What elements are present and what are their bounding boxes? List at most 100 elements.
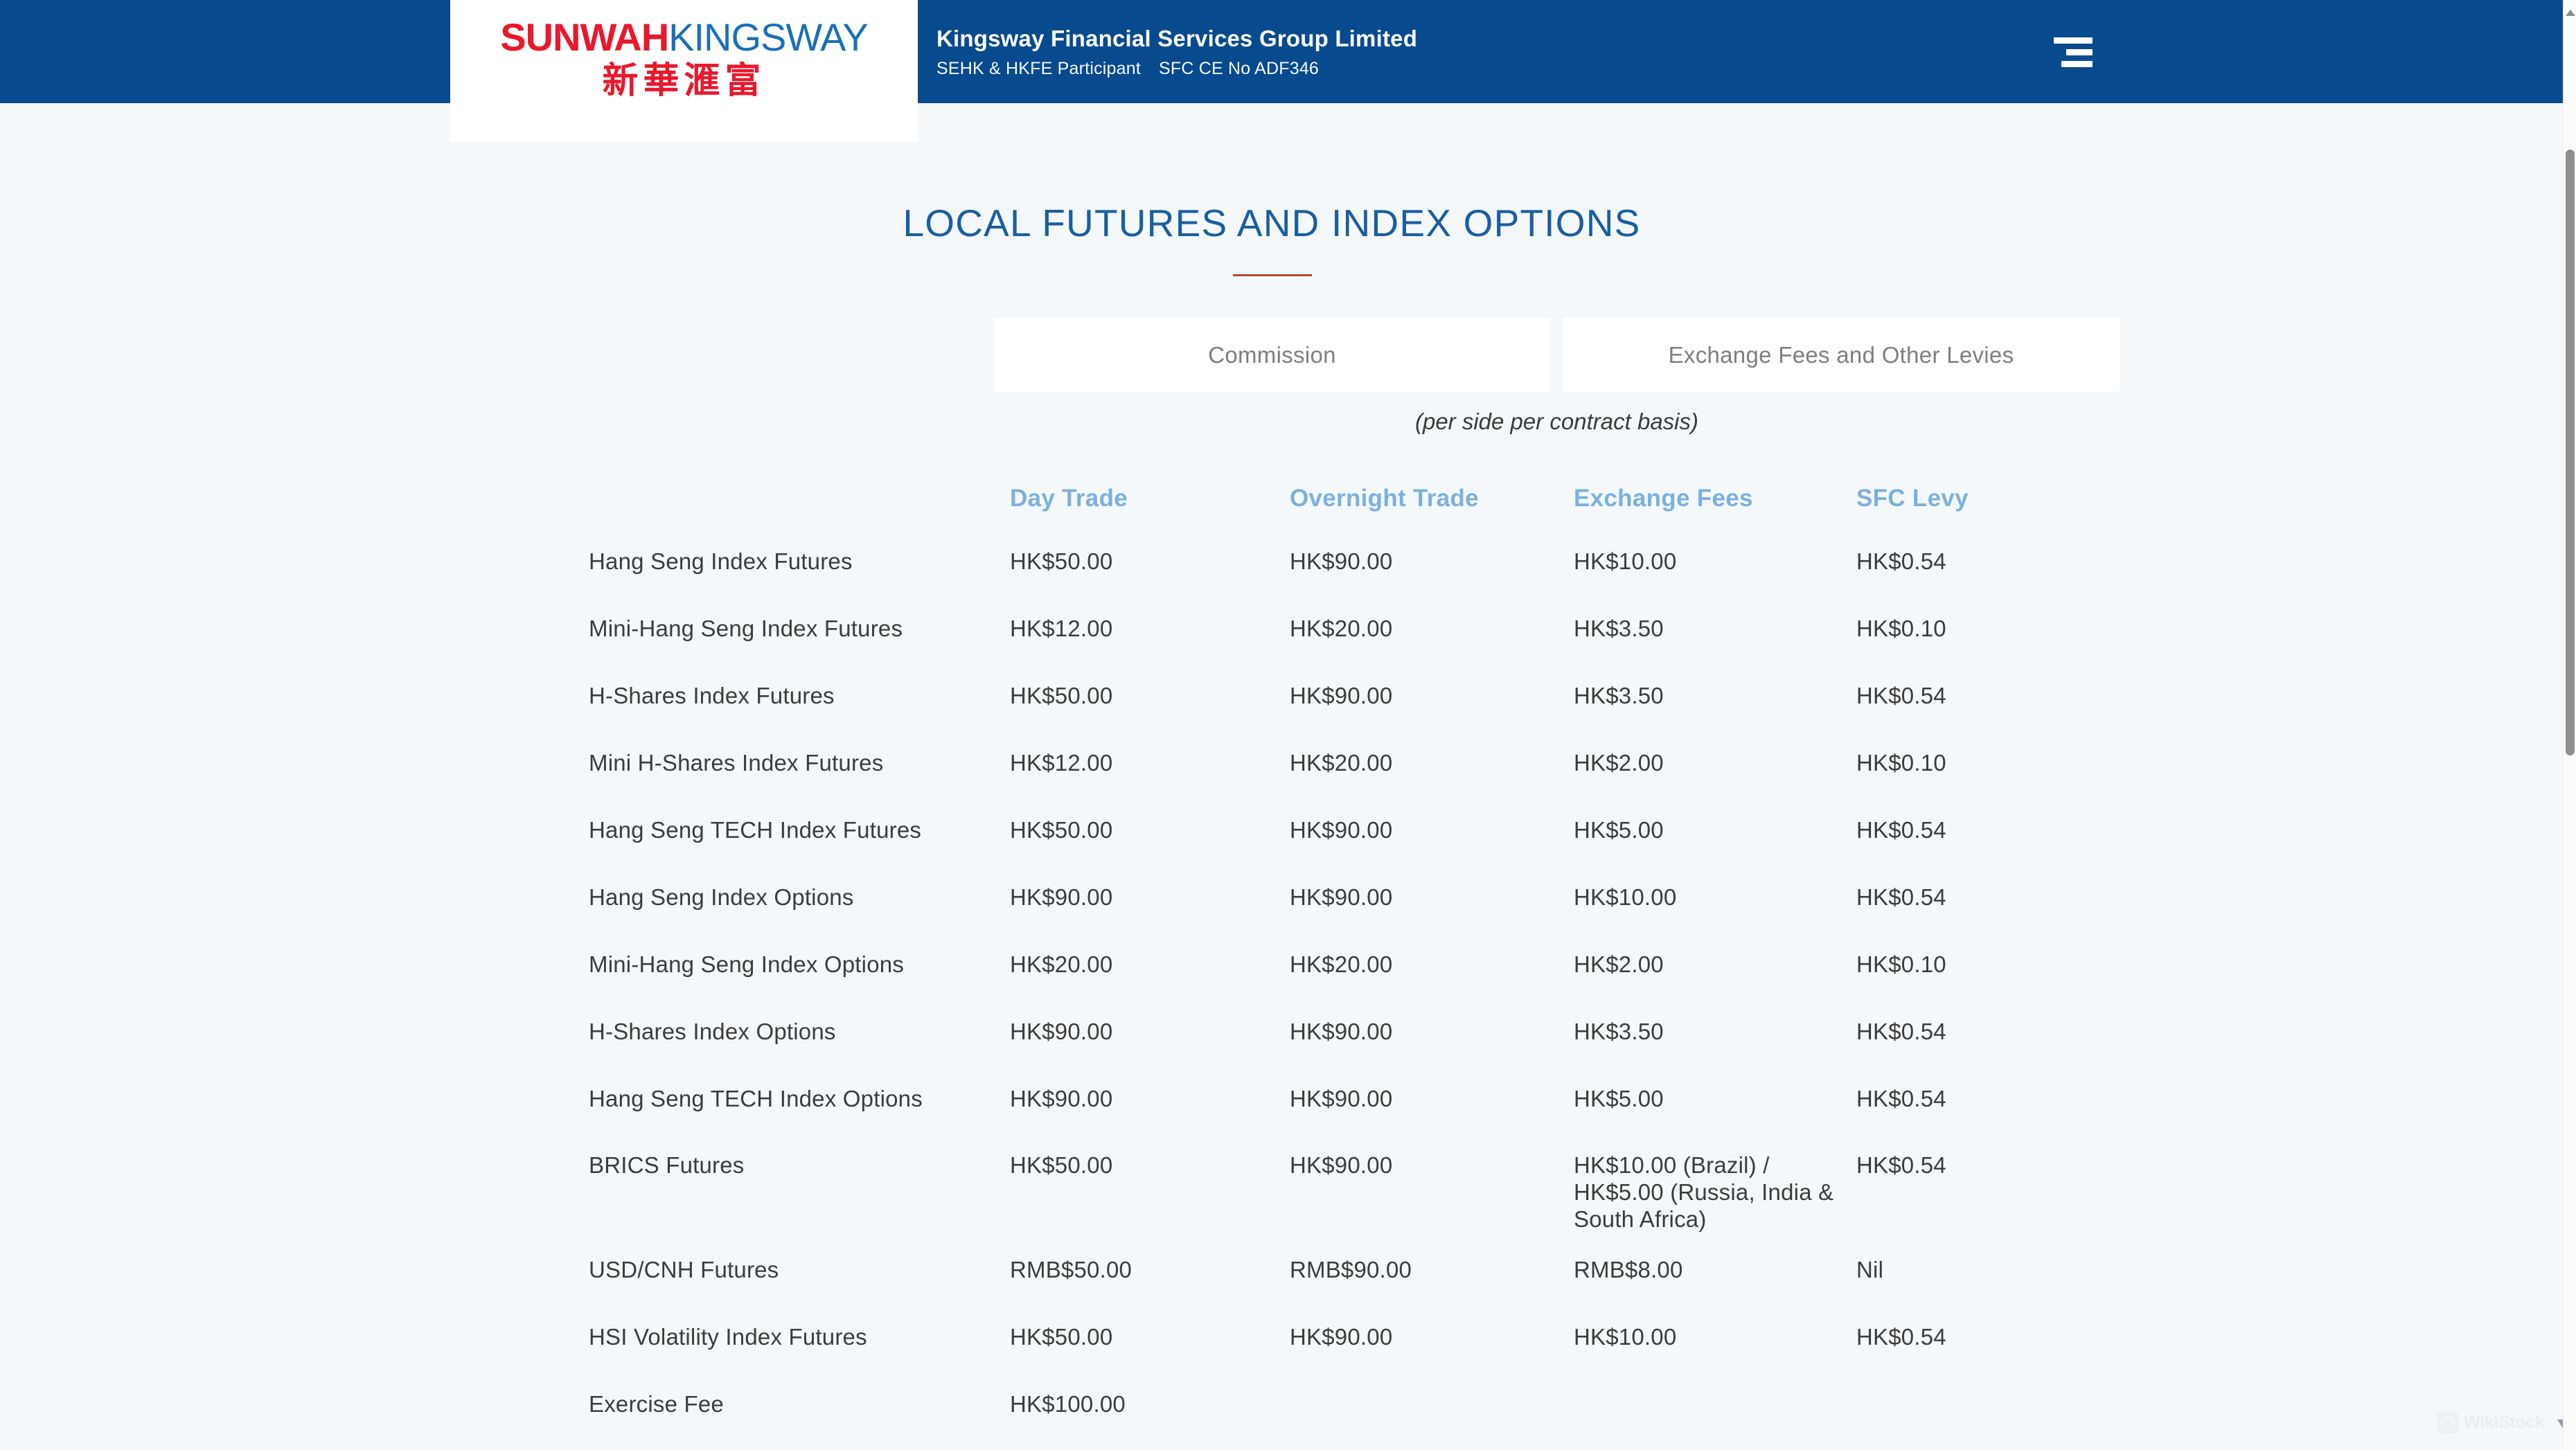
- column-header-exchange-fees: Exchange Fees: [1574, 485, 1753, 512]
- row-overnight-trade: HK$90.00: [1290, 682, 1393, 708]
- row-exchange-fees: HK$10.00: [1574, 1324, 1677, 1350]
- row-name: Hang Seng TECH Index Futures: [589, 816, 922, 843]
- row-exchange-fees: HK$3.50: [1574, 615, 1664, 641]
- table-row: HSI Volatility Index Futures HK$50.00 HK$9…: [589, 1324, 2147, 1391]
- row-day-trade: HK$90.00: [1010, 1018, 1113, 1044]
- company-identity: Kingsway Financial Services Group Limite…: [936, 26, 1417, 79]
- fee-table-element: Day Trade Overnight Trade Exchange Fees …: [589, 485, 2147, 1450]
- row-day-trade: HK$50.00: [1010, 1152, 1113, 1179]
- logo-wordmark-primary: SUNWAH: [500, 15, 669, 59]
- scroll-up-arrow-icon[interactable]: [2566, 10, 2575, 16]
- row-name: HSI Volatility Index Futures: [589, 1324, 867, 1350]
- tab-commission[interactable]: Commission: [994, 318, 1550, 392]
- site-header: Kingsway Financial Services Group Limite…: [0, 0, 2563, 103]
- table-row: H-Shares Index Futures HK$50.00 HK$90.00 HK…: [589, 683, 2147, 750]
- table-header-row: Day Trade Overnight Trade Exchange Fees …: [589, 485, 2147, 548]
- row-name: USD/CNH Futures: [589, 1257, 779, 1283]
- row-overnight-trade: HK$90.00: [1290, 1085, 1393, 1111]
- row-overnight-trade: HK$90.00: [1290, 1152, 1393, 1179]
- table-row: Mini H-Shares Index Futures HK$12.00 HK$20…: [589, 750, 2147, 817]
- column-header-name: [589, 485, 1010, 548]
- tab-exchange-fees-and-other-levies[interactable]: Exchange Fees and Other Levies: [1563, 318, 2120, 392]
- row-sfc-levy: HK$0.54: [1856, 1085, 1946, 1111]
- table-row: Hang Seng TECH Index Futures HK$50.00 HK$9…: [589, 817, 2147, 884]
- row-sfc-levy: HK$0.54: [1856, 884, 1946, 910]
- table-row: Mini-Hang Seng Index Options HK$20.00 HK$2…: [589, 951, 2147, 1019]
- row-exchange-fees: HK$3.50: [1574, 1018, 1664, 1044]
- table-row: USD/CNH Futures RMB$50.00 RMB$90.00 RMB$8.0…: [589, 1257, 2147, 1324]
- row-exchange-fees: HK$5.00: [1574, 1085, 1664, 1111]
- scroll-to-bottom-arrow-icon[interactable]: [2557, 1420, 2563, 1435]
- page-title: LOCAL FUTURES AND INDEX OPTIONS: [903, 202, 1641, 244]
- per-side-note: (per side per contract basis): [1414, 409, 1698, 434]
- hamburger-bar-bottom: [2061, 61, 2093, 67]
- row-day-trade: HK$12.00: [1010, 615, 1113, 641]
- row-exchange-fees: [1574, 1391, 1856, 1450]
- table-row: BRICS Futures HK$50.00 HK$90.00 HK$10.00 (B…: [589, 1152, 2147, 1257]
- row-sfc-levy: HK$0.54: [1856, 548, 1946, 574]
- row-sfc-levy: HK$0.54: [1856, 816, 1946, 843]
- wikistock-watermark: WikiStock: [2437, 1411, 2545, 1433]
- table-row: Hang Seng Index Options HK$90.00 HK$90.00 H…: [589, 884, 2147, 951]
- row-day-trade: HK$100.00: [1010, 1391, 1126, 1417]
- row-sfc-levy: [1856, 1391, 2147, 1450]
- row-name: Exercise Fee: [589, 1391, 724, 1417]
- row-name: Mini-Hang Seng Index Options: [589, 951, 905, 977]
- row-name: Hang Seng Index Options: [589, 884, 854, 910]
- row-day-trade: HK$90.00: [1010, 884, 1113, 910]
- row-sfc-levy: HK$0.54: [1856, 1324, 1946, 1350]
- row-sfc-levy: HK$0.54: [1856, 1152, 1946, 1179]
- scrollbar-thumb[interactable]: [2566, 150, 2575, 755]
- logo-wordmark-chinese: 新華滙富: [602, 60, 766, 102]
- column-header-day-trade: Day Trade: [1010, 485, 1128, 512]
- row-sfc-levy: HK$0.10: [1856, 951, 1946, 977]
- page-root: Kingsway Financial Services Group Limite…: [0, 0, 2563, 1450]
- row-overnight-trade: [1290, 1391, 1574, 1450]
- wikistock-logo-icon: [2437, 1411, 2459, 1433]
- row-sfc-levy: HK$0.54: [1856, 1018, 1946, 1044]
- fee-table: Day Trade Overnight Trade Exchange Fees …: [589, 485, 2147, 1450]
- row-day-trade: HK$12.00: [1010, 749, 1113, 776]
- fee-table-head: Day Trade Overnight Trade Exchange Fees …: [589, 485, 2147, 548]
- row-sfc-levy: HK$0.10: [1856, 615, 1946, 641]
- wikistock-watermark-label: WikiStock: [2464, 1412, 2545, 1432]
- row-sfc-levy: HK$0.10: [1856, 749, 1946, 776]
- row-exchange-fees: HK$10.00: [1574, 884, 1677, 910]
- table-row: Hang Seng Index Futures HK$50.00 HK$90.00 H…: [589, 548, 2147, 616]
- vertical-scrollbar[interactable]: [2563, 0, 2576, 1450]
- row-overnight-trade: HK$20.00: [1290, 749, 1393, 776]
- row-exchange-fees: HK$5.00: [1574, 816, 1664, 843]
- row-name: Hang Seng TECH Index Options: [589, 1085, 923, 1111]
- company-name: Kingsway Financial Services Group Limite…: [936, 26, 1418, 51]
- title-divider: [1233, 274, 1312, 276]
- row-overnight-trade: HK$20.00: [1290, 951, 1393, 977]
- row-overnight-trade: HK$90.00: [1290, 548, 1393, 574]
- row-exchange-fees: HK$2.00: [1574, 951, 1664, 977]
- row-exchange-fees: HK$10.00: [1574, 548, 1677, 574]
- row-overnight-trade: HK$90.00: [1290, 1018, 1393, 1044]
- row-overnight-trade: RMB$90.00: [1290, 1257, 1412, 1283]
- row-name: H-Shares Index Futures: [589, 682, 835, 708]
- row-day-trade: HK$90.00: [1010, 1085, 1113, 1111]
- row-overnight-trade: HK$20.00: [1290, 615, 1393, 641]
- table-row: Exercise Fee HK$100.00: [589, 1391, 2147, 1450]
- company-subtitle-left: SEHK & HKFE Participant: [936, 59, 1141, 79]
- table-row: H-Shares Index Options HK$90.00 HK$90.00 HK…: [589, 1019, 2147, 1086]
- row-overnight-trade: HK$90.00: [1290, 816, 1393, 843]
- row-day-trade: HK$50.00: [1010, 816, 1113, 843]
- row-day-trade: HK$50.00: [1010, 682, 1113, 708]
- row-exchange-fees: HK$2.00: [1574, 749, 1664, 776]
- row-day-trade: RMB$50.00: [1010, 1257, 1132, 1283]
- row-day-trade: HK$50.00: [1010, 548, 1113, 574]
- row-sfc-levy: Nil: [1856, 1257, 1884, 1283]
- hamburger-menu-icon[interactable]: [2054, 32, 2109, 72]
- row-day-trade: HK$50.00: [1010, 1324, 1113, 1350]
- row-name: Mini H-Shares Index Futures: [589, 749, 884, 776]
- row-exchange-fees: HK$3.50: [1574, 682, 1664, 708]
- hamburger-bar-top: [2054, 37, 2093, 44]
- logo-wordmark: SUNWAHKINGSWAY: [500, 15, 869, 59]
- row-name: H-Shares Index Options: [589, 1018, 836, 1044]
- tab-spacer: [1550, 318, 1563, 392]
- logo-wordmark-secondary: KINGSWAY: [668, 15, 869, 59]
- site-logo[interactable]: SUNWAHKINGSWAY 新華滙富: [450, 0, 918, 142]
